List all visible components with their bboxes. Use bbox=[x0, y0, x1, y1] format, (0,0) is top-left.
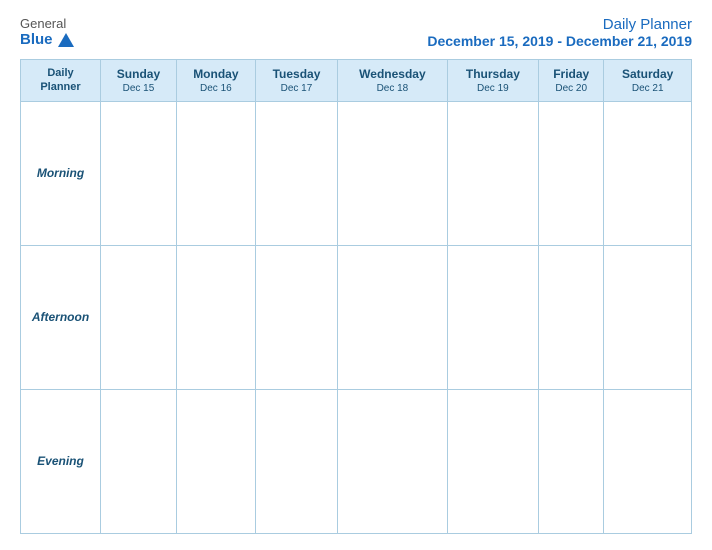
cell-afternoon-tuesday[interactable] bbox=[255, 245, 337, 389]
date-range: December 15, 2019 - December 21, 2019 bbox=[427, 33, 692, 49]
table-row-afternoon: Afternoon bbox=[21, 245, 692, 389]
logo-general-text: General bbox=[20, 16, 66, 31]
row-label-afternoon: Afternoon bbox=[21, 245, 101, 389]
cell-evening-wednesday[interactable] bbox=[338, 389, 447, 533]
cell-evening-sunday[interactable] bbox=[101, 389, 177, 533]
cell-evening-saturday[interactable] bbox=[604, 389, 692, 533]
cell-morning-sunday[interactable] bbox=[101, 101, 177, 245]
page-header: General Blue Daily Planner December 15, … bbox=[20, 16, 692, 49]
cell-morning-tuesday[interactable] bbox=[255, 101, 337, 245]
header-sunday: Sunday Dec 15 bbox=[101, 60, 177, 102]
cell-afternoon-monday[interactable] bbox=[176, 245, 255, 389]
cell-afternoon-wednesday[interactable] bbox=[338, 245, 447, 389]
header-wednesday: Wednesday Dec 18 bbox=[338, 60, 447, 102]
planner-title: Daily Planner bbox=[427, 16, 692, 33]
header-monday: Monday Dec 16 bbox=[176, 60, 255, 102]
row-label-evening: Evening bbox=[21, 389, 101, 533]
header-friday: Friday Dec 20 bbox=[539, 60, 604, 102]
logo: General Blue bbox=[20, 16, 74, 48]
logo-triangle-icon bbox=[58, 33, 74, 47]
cell-morning-monday[interactable] bbox=[176, 101, 255, 245]
cell-morning-wednesday[interactable] bbox=[338, 101, 447, 245]
cell-morning-saturday[interactable] bbox=[604, 101, 692, 245]
cell-afternoon-saturday[interactable] bbox=[604, 245, 692, 389]
table-row-morning: Morning bbox=[21, 101, 692, 245]
cell-evening-friday[interactable] bbox=[539, 389, 604, 533]
cell-morning-thursday[interactable] bbox=[447, 101, 538, 245]
header-thursday: Thursday Dec 19 bbox=[447, 60, 538, 102]
cell-afternoon-friday[interactable] bbox=[539, 245, 604, 389]
row-label-morning: Morning bbox=[21, 101, 101, 245]
table-row-evening: Evening bbox=[21, 389, 692, 533]
header-saturday: Saturday Dec 21 bbox=[604, 60, 692, 102]
planner-table: Daily Planner Sunday Dec 15 Monday Dec 1… bbox=[20, 59, 692, 534]
cell-evening-thursday[interactable] bbox=[447, 389, 538, 533]
header-daily: Daily bbox=[25, 66, 96, 80]
logo-blue-text: Blue bbox=[20, 31, 74, 48]
title-block: Daily Planner December 15, 2019 - Decemb… bbox=[427, 16, 692, 49]
cell-afternoon-sunday[interactable] bbox=[101, 245, 177, 389]
cell-evening-tuesday[interactable] bbox=[255, 389, 337, 533]
cell-morning-friday[interactable] bbox=[539, 101, 604, 245]
header-label-cell: Daily Planner bbox=[21, 60, 101, 102]
cell-afternoon-thursday[interactable] bbox=[447, 245, 538, 389]
header-tuesday: Tuesday Dec 17 bbox=[255, 60, 337, 102]
cell-evening-monday[interactable] bbox=[176, 389, 255, 533]
table-header-row: Daily Planner Sunday Dec 15 Monday Dec 1… bbox=[21, 60, 692, 102]
header-planner: Planner bbox=[25, 80, 96, 94]
